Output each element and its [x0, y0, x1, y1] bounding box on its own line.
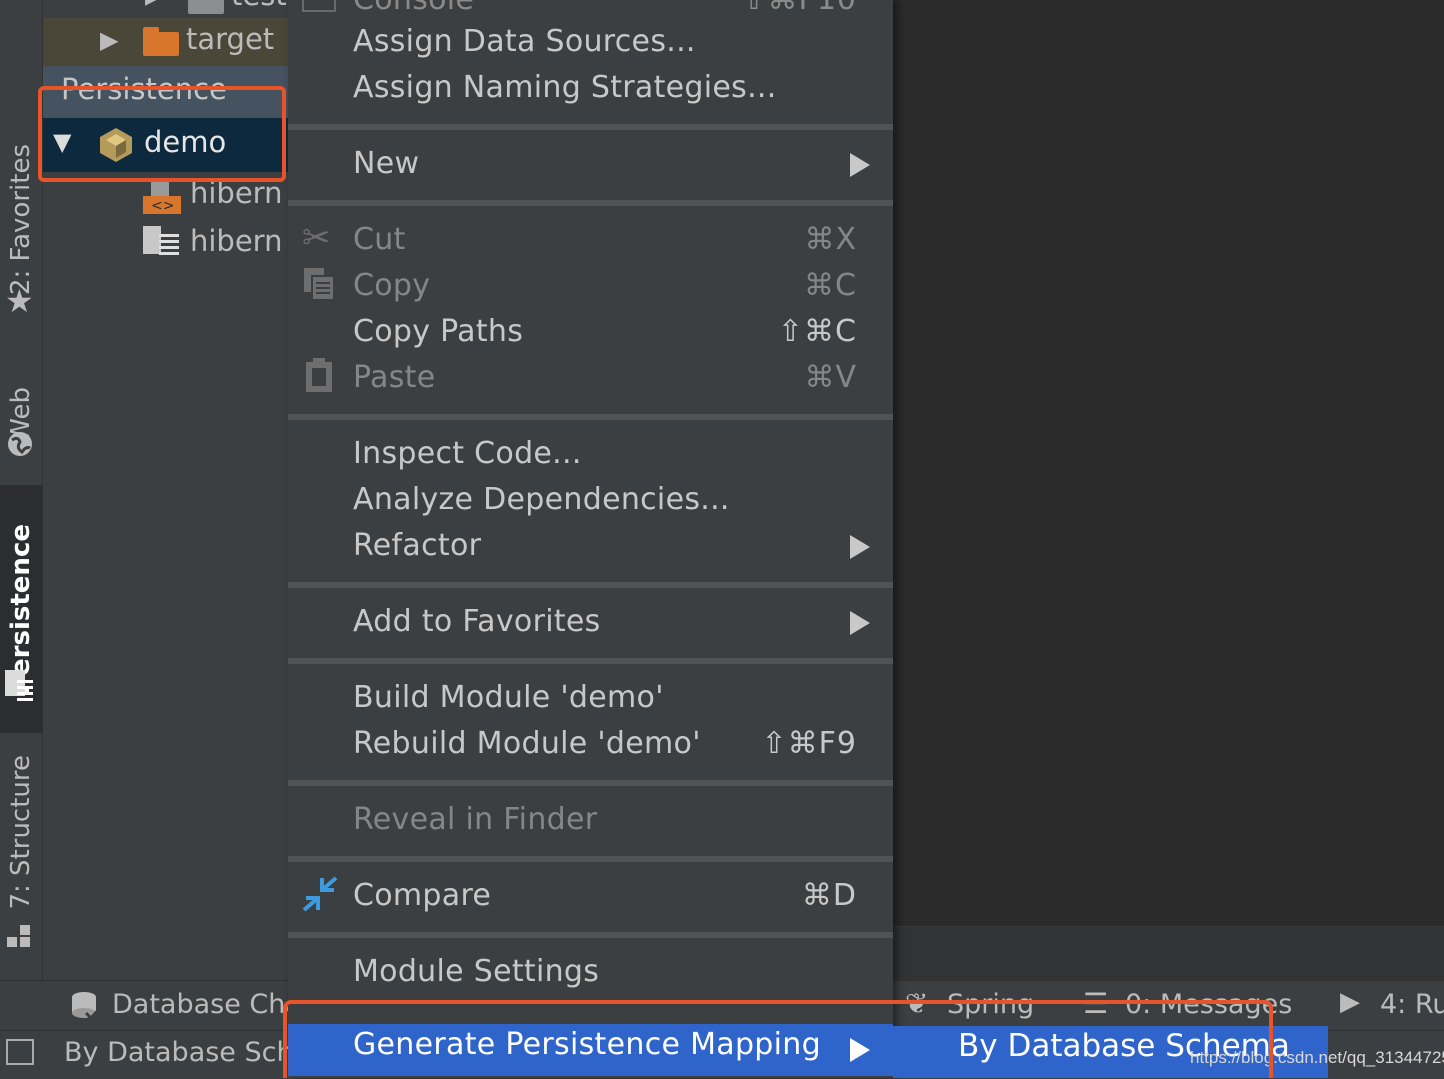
menu-item-add-to-favorites[interactable]: Add to Favorites — [288, 598, 893, 644]
tree-item-label: hibern — [190, 224, 283, 258]
menu-separator — [288, 124, 893, 130]
persistence-icon — [5, 670, 33, 701]
database-changes-label: Database Cha — [112, 989, 302, 1020]
copy-icon — [304, 268, 335, 300]
menu-item-label: Rebuild Module 'demo' — [353, 726, 701, 761]
submenu-arrow-icon — [850, 611, 870, 635]
database-icon — [72, 992, 102, 1021]
context-menu: Console ⇧⌘F10 Assign Data Sources... Ass… — [288, 0, 893, 1078]
menu-separator — [288, 582, 893, 588]
menu-item-label: Add to Favorites — [353, 604, 601, 639]
menu-item-shortcut: ⌘X — [804, 222, 857, 257]
menu-item-shortcut: ⌘D — [801, 878, 857, 913]
menu-item-shortcut: ⇧⌘C — [777, 314, 857, 349]
menu-item-label: Inspect Code... — [353, 436, 582, 471]
menu-item-compare[interactable]: Compare ⌘D — [288, 872, 893, 918]
status-text: By Database Sch — [64, 1037, 294, 1068]
tab-structure[interactable]: 7: Structure — [0, 745, 42, 920]
tree-item-label: target — [186, 22, 275, 56]
menu-item-reveal-in-finder[interactable]: Reveal in Finder — [288, 796, 893, 842]
highlight-box-demo — [38, 86, 286, 182]
menu-item-build-module[interactable]: Build Module 'demo' — [288, 674, 893, 720]
menu-item-rebuild-module[interactable]: Rebuild Module 'demo' ⇧⌘F9 — [288, 720, 893, 766]
menu-item-shortcut: ⌘C — [804, 268, 857, 303]
expand-arrow-icon[interactable]: ▶ — [100, 26, 118, 54]
tool-window-strip: 2: Favorites ★ Web Persistence 7: Struct… — [0, 0, 43, 980]
menu-item-label: Module Settings — [353, 954, 600, 989]
menu-item-module-settings[interactable]: Module Settings — [288, 948, 893, 994]
xml-file-icon: <> — [143, 178, 181, 214]
menu-item-shortcut: ⌘V — [804, 360, 857, 395]
menu-item-cut[interactable]: ✂ Cut ⌘X — [288, 216, 893, 262]
tree-item-target[interactable]: ▶ target — [43, 18, 288, 66]
star-icon: ★ — [5, 282, 34, 320]
menu-item-label: Assign Naming Strategies... — [353, 70, 777, 105]
submenu-arrow-icon — [850, 153, 870, 177]
menu-item-assign-data-sources[interactable]: Assign Data Sources... — [288, 18, 893, 64]
menu-item-label: Copy — [353, 268, 431, 303]
submenu-arrow-icon — [850, 535, 870, 559]
menu-item-new[interactable]: New — [288, 140, 893, 186]
tab-favorites-label: 2: Favorites — [6, 144, 36, 296]
menu-item-label: Reveal in Finder — [353, 802, 598, 837]
highlight-box-generate-mapping — [283, 1000, 1273, 1078]
menu-separator — [288, 200, 893, 206]
globe-icon — [8, 432, 32, 456]
menu-item-label: Refactor — [353, 528, 482, 563]
menu-item-inspect-code[interactable]: Inspect Code... — [288, 430, 893, 476]
console-icon — [302, 0, 336, 12]
menu-item-label: Copy Paths — [353, 314, 524, 349]
structure-icon — [7, 925, 30, 947]
scissors-icon: ✂ — [302, 218, 331, 258]
menu-item-label: Analyze Dependencies... — [353, 482, 730, 517]
editor-bottom-area — [893, 926, 1444, 981]
mapping-file-icon — [143, 226, 179, 255]
menu-item-label: Assign Data Sources... — [353, 24, 696, 59]
folder-icon — [143, 27, 179, 56]
tree-item-label: test — [231, 0, 287, 12]
menu-item-label: New — [353, 146, 420, 181]
menu-separator — [288, 856, 893, 862]
menu-item-paste[interactable]: Paste ⌘V — [288, 354, 893, 400]
tab-persistence-label: Persistence — [6, 523, 36, 695]
menu-item-label: Build Module 'demo' — [353, 680, 664, 715]
folder-icon — [188, 0, 224, 14]
menu-separator — [288, 780, 893, 786]
expand-arrow-icon: ▶ — [145, 0, 162, 9]
run-label: 4: Ru — [1380, 989, 1444, 1020]
menu-item-assign-naming-strategies[interactable]: Assign Naming Strategies... — [288, 64, 893, 110]
menu-item-copy-paths[interactable]: Copy Paths ⇧⌘C — [288, 308, 893, 354]
menu-item-label: Cut — [353, 222, 406, 257]
menu-item-copy[interactable]: Copy ⌘C — [288, 262, 893, 308]
menu-separator — [288, 932, 893, 938]
menu-item-label: Paste — [353, 360, 436, 395]
tab-structure-label: 7: Structure — [6, 755, 36, 910]
toggle-tool-windows-icon[interactable] — [6, 1039, 34, 1065]
editor-area[interactable] — [893, 0, 1444, 926]
menu-item-shortcut: ⇧⌘F9 — [761, 726, 857, 761]
menu-separator — [288, 658, 893, 664]
menu-item-label: Console — [353, 0, 474, 17]
svg-text:<>: <> — [151, 198, 174, 214]
clipboard-icon — [306, 358, 332, 392]
run-icon: ▶ — [1340, 987, 1360, 1017]
menu-item-refactor[interactable]: Refactor — [288, 522, 893, 568]
menu-item-analyze-dependencies[interactable]: Analyze Dependencies... — [288, 476, 893, 522]
menu-item-label: Compare — [353, 878, 492, 913]
compare-icon — [302, 876, 338, 912]
tree-item-hibernate-mapping[interactable]: hibern — [43, 220, 288, 268]
menu-item-shortcut: ⇧⌘F10 — [741, 0, 857, 17]
menu-separator — [288, 414, 893, 420]
